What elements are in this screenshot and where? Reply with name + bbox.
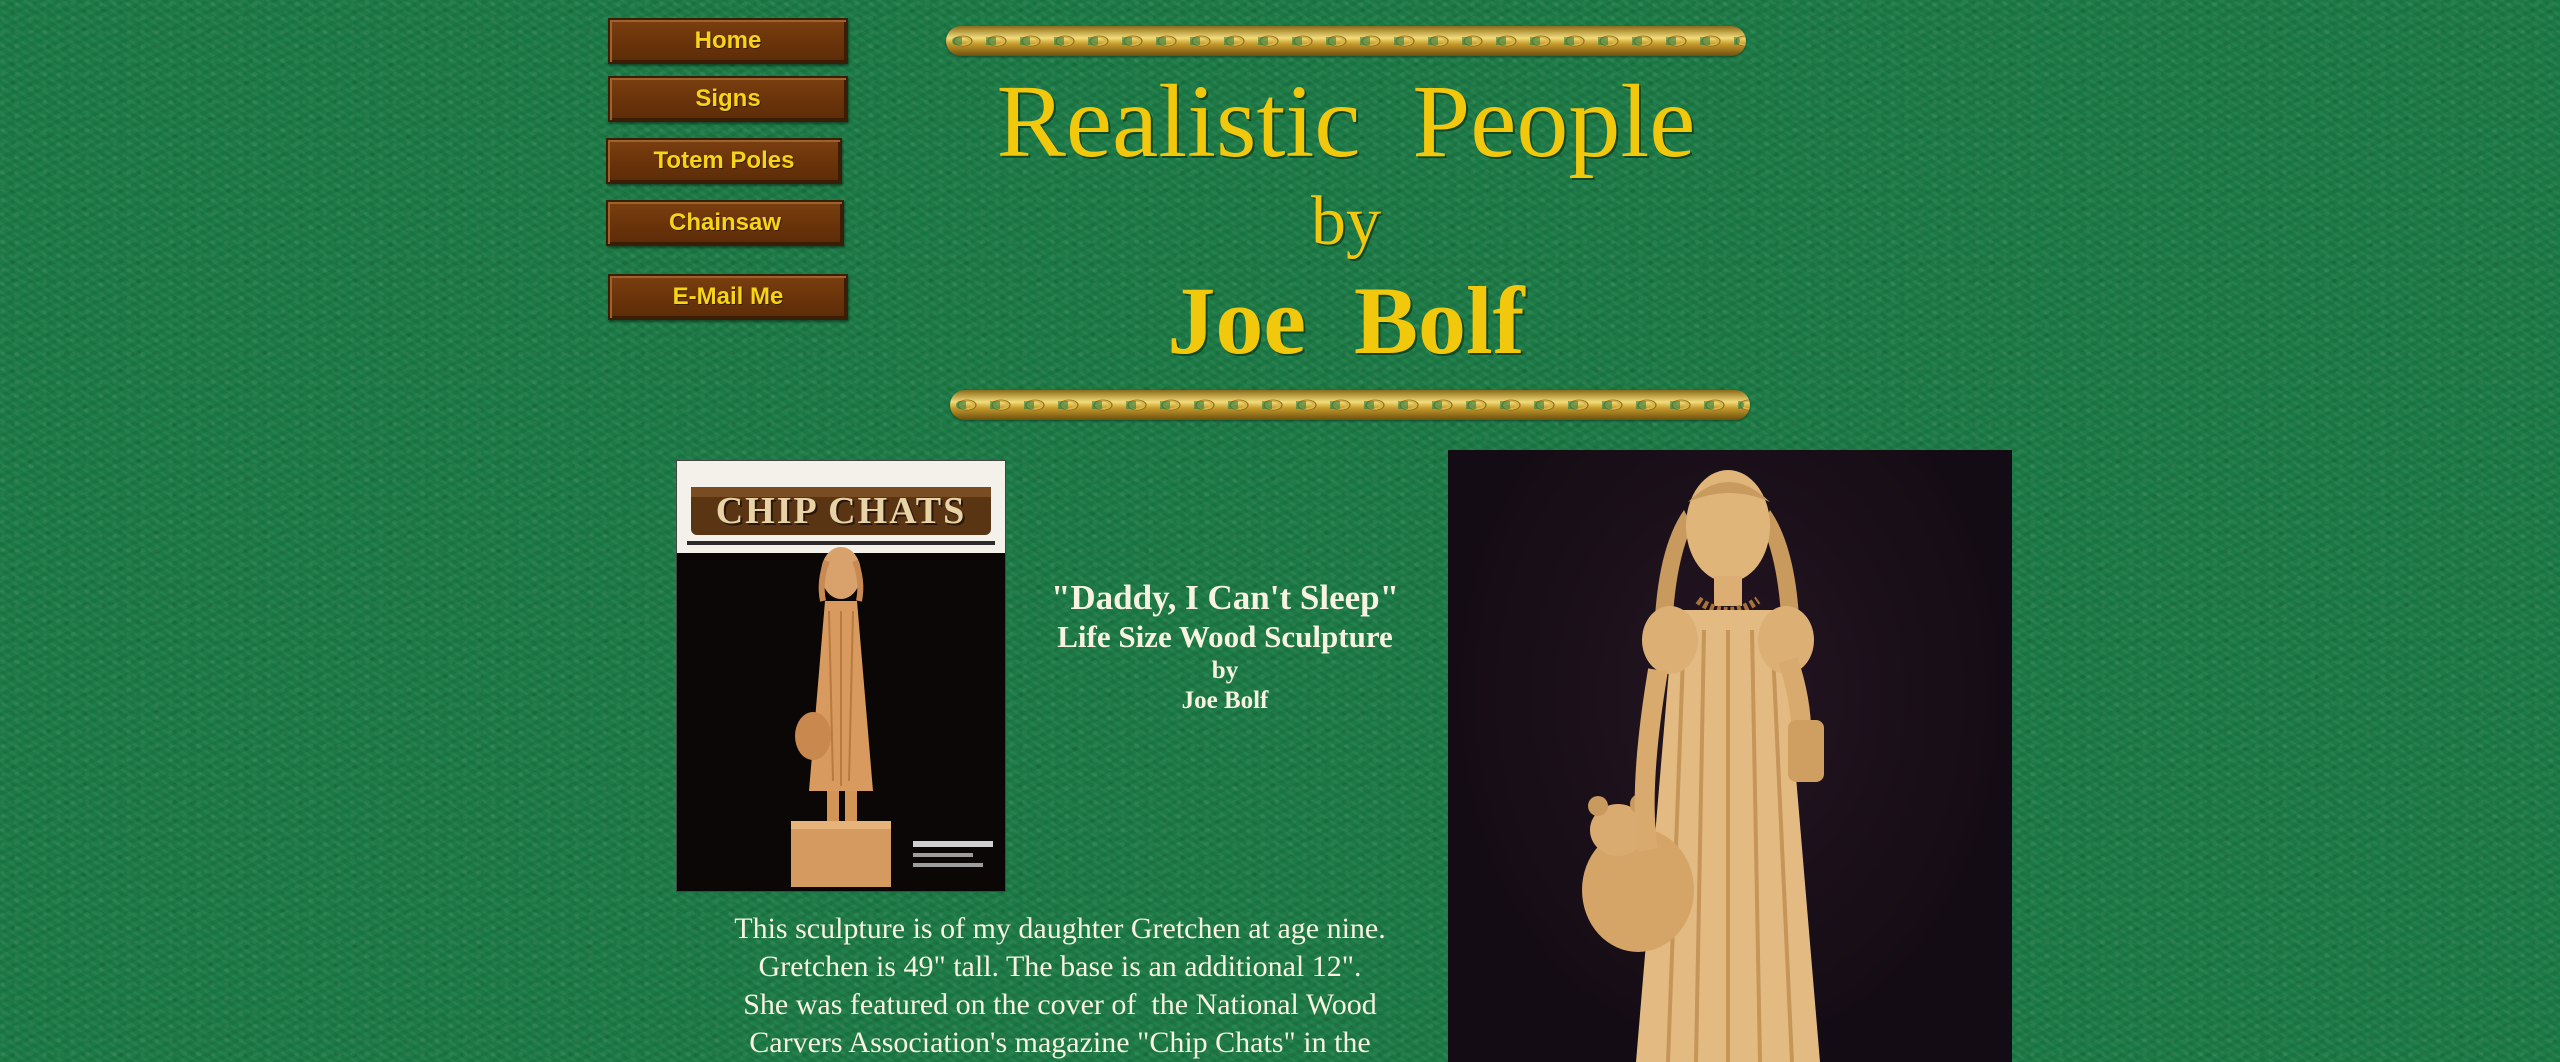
description-line-3: She was featured on the cover of the Nat… xyxy=(743,988,1377,1021)
nav-totem-poles-button[interactable]: Totem Poles xyxy=(606,138,842,184)
description-line-4: Carvers Association's magazine "Chip Cha… xyxy=(749,1026,1371,1059)
bottom-rope-divider xyxy=(950,390,1750,420)
caption-author: Joe Bolf xyxy=(1181,687,1269,714)
description-line-2: Gretchen is 49" tall. The base is an add… xyxy=(758,950,1362,983)
caption-by: by xyxy=(1211,657,1239,684)
nav-email-label: E-Mail Me xyxy=(672,283,784,310)
nav-signs-button[interactable]: Signs xyxy=(608,76,848,122)
nav-email-button[interactable]: E-Mail Me xyxy=(608,274,848,320)
top-rope-divider xyxy=(946,26,1746,56)
nav-home-button[interactable]: Home xyxy=(608,18,848,64)
sculpture-subtitle: Life Size Wood Sculpture xyxy=(1057,619,1393,654)
sculpture-title: "Daddy, I Can't Sleep" xyxy=(1050,578,1400,617)
nav-totem-poles-label: Totem Poles xyxy=(653,147,795,174)
nav-chainsaw-label: Chainsaw xyxy=(668,209,782,236)
page-title: Realistic People xyxy=(996,64,1696,179)
nav-chainsaw-button[interactable]: Chainsaw xyxy=(606,200,844,246)
title-author: Joe Bolf xyxy=(1167,267,1525,374)
nav-signs-label: Signs xyxy=(695,85,761,112)
nav-home-label: Home xyxy=(694,27,762,54)
description-line-1: This sculpture is of my daughter Gretche… xyxy=(734,912,1386,945)
magazine-masthead: CHIP CHATS xyxy=(715,490,967,532)
sculpture-graphic xyxy=(1582,470,1824,1062)
title-by: by xyxy=(1311,183,1381,260)
chip-chats-cover-image[interactable]: CHIP CHATS xyxy=(676,460,1006,892)
sculpture-photo[interactable] xyxy=(1448,450,2012,1062)
